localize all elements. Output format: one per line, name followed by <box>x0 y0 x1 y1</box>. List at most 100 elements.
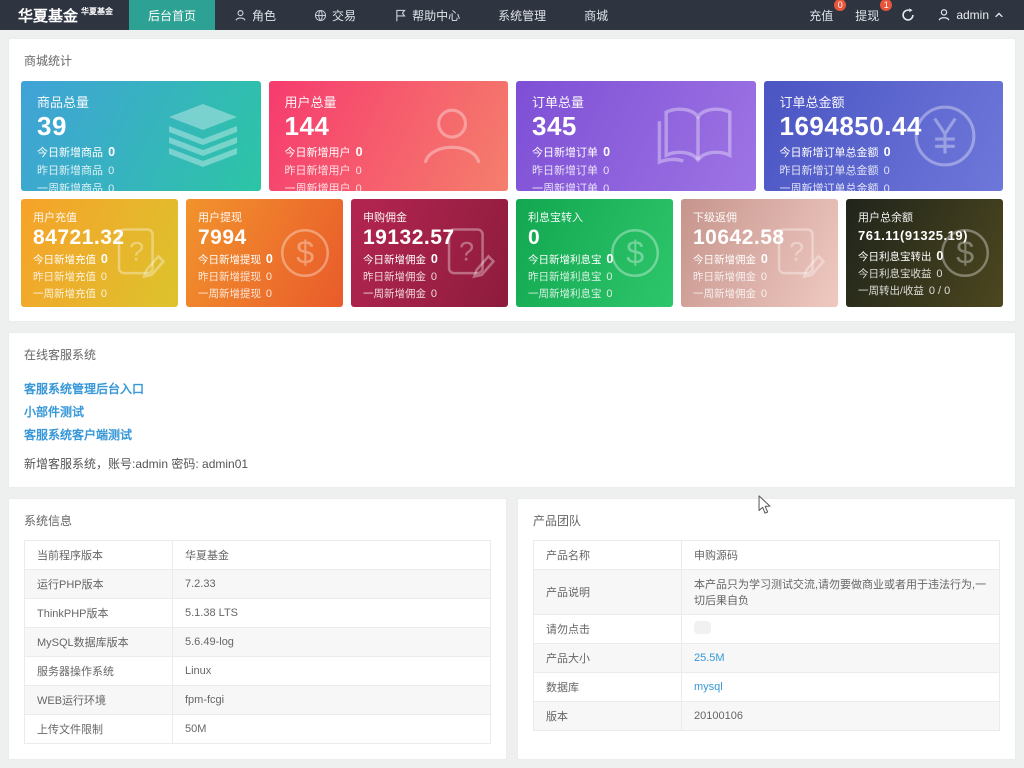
globe-icon <box>314 9 327 22</box>
table-value-link[interactable]: 25.5M <box>694 652 725 664</box>
refresh-icon[interactable] <box>901 8 915 22</box>
stat-card-interest-in[interactable]: 利息宝转入 0 今日新增利息宝 0 昨日新增利息宝 0 一周新增利息宝 0 $ <box>516 199 673 307</box>
person-icon <box>234 9 247 22</box>
table-value: Linux <box>185 665 212 677</box>
stat-card-withdraw[interactable]: 用户提现 7994 今日新增提现 0 昨日新增提现 0 一周新增提现 0 $ <box>186 199 343 307</box>
stat-card-user-balance[interactable]: 用户总余额 761.11(91325.19) 今日利息宝转出 0 今日利息宝收益 0一… <box>846 199 1003 307</box>
nav-item-trade[interactable]: 交易 <box>295 0 375 30</box>
recharge-button[interactable]: 充值 0 <box>809 0 847 24</box>
stat-card-commission[interactable]: 申购佣金 19132.57 今日新增佣金 0 昨日新增佣金 0 一周新增佣金 0? <box>351 199 508 307</box>
product-team-panel: 产品团队 产品名称 申购源码 产品说明 本产品只为学习测试交流,请勿要做商业或者用于违… <box>517 498 1016 760</box>
nav-item-label: 帮助中心 <box>412 8 461 23</box>
user-menu[interactable]: admin <box>937 8 1004 22</box>
table-value: 申购源码 <box>694 550 738 562</box>
stat-card-order-amount[interactable]: 订单总金额 1694850.44 今日新增订单总金额 0 昨日新增订单总金额 0 一周新… <box>763 81 1003 191</box>
service-panel: 在线客服系统 客服系统管理后台入口 小部件测试 客服系统客户端测试 新增客服系统，账号… <box>8 332 1016 488</box>
service-link-widget-test[interactable]: 小部件测试 <box>24 403 1000 420</box>
table-value: 本产品只为学习测试交流,请勿要做商业或者用于违法行为,一切后果自负 <box>694 579 987 607</box>
table-label: WEB运行环境 <box>24 685 173 715</box>
card-title: 利息宝转入 <box>528 212 583 224</box>
table-label: 产品大小 <box>533 643 682 673</box>
table-label: 服务器操作系统 <box>24 656 173 686</box>
card-stat-line: 一周新增充值 0 <box>33 288 108 301</box>
navbar-actions: 充值 0 提现 1 admin <box>809 0 1024 30</box>
doc-question-icon: ? <box>442 227 498 279</box>
table-row: WEB运行环境 fpm-fcgi <box>24 685 491 715</box>
user-icon <box>408 103 492 169</box>
book-icon <box>656 103 740 169</box>
table-label: 上传文件限制 <box>24 714 173 744</box>
stat-card-users[interactable]: 用户总量 144 今日新增用户 0 昨日新增用户 0 一周新增用户 0 <box>268 81 508 191</box>
flag-icon <box>394 9 407 22</box>
table-label: 产品名称 <box>533 540 682 570</box>
app-logo[interactable]: 华夏基金 华夏基金 <box>0 0 129 30</box>
table-label: 版本 <box>533 701 682 731</box>
card-title: 用户充值 <box>33 212 77 224</box>
card-stat-line: 一周新增利息宝 0 <box>528 288 613 301</box>
table-row: 产品说明 本产品只为学习测试交流,请勿要做商业或者用于违法行为,一切后果自负 <box>533 569 1000 615</box>
dollar-icon: $ <box>607 227 663 279</box>
table-row: ThinkPHP版本 5.1.38 LTS <box>24 598 491 628</box>
nav-item-label: 后台首页 <box>148 8 197 23</box>
withdraw-badge: 1 <box>880 0 893 11</box>
table-row: 服务器操作系统 Linux <box>24 656 491 686</box>
table-label: 当前程序版本 <box>24 540 173 570</box>
product-team-table: 产品名称 申购源码 产品说明 本产品只为学习测试交流,请勿要做商业或者用于违法行为,一… <box>533 540 1000 731</box>
product-team-title: 产品团队 <box>533 514 582 528</box>
stat-card-orders[interactable]: 订单总量 345 今日新增订单 0 昨日新增订单 0 一周新增订单 0 <box>516 81 756 191</box>
svg-text:$: $ <box>626 235 644 271</box>
service-link-client-test[interactable]: 客服系统客户端测试 <box>24 426 1000 443</box>
card-title: 用户总余额 <box>858 212 913 224</box>
bottom-panels: 系统信息 当前程序版本 华夏基金 运行PHP版本 7.2.33 ThinkPHP版本 5.… <box>8 498 1016 760</box>
card-stat-line: 一周新增商品 0 <box>37 183 115 191</box>
card-stat-line: 一周新增佣金 0 <box>363 288 438 301</box>
system-info-table: 当前程序版本 华夏基金 运行PHP版本 7.2.33 ThinkPHP版本 5.1.38 … <box>24 540 491 744</box>
table-row: 产品名称 申购源码 <box>533 540 1000 570</box>
table-value: 华夏基金 <box>185 550 229 562</box>
dollar-icon: $ <box>277 227 333 279</box>
nav-item-home[interactable]: 后台首页 <box>129 0 216 30</box>
table-value-link[interactable]: mysql <box>694 681 723 693</box>
main-menu: 后台首页 角色 交易 帮助中心 系统管理 商城 <box>129 0 627 30</box>
card-stat-line: 一周新增提现 0 <box>198 288 273 301</box>
stat-card-sub-rebate[interactable]: 下级返佣 10642.58 今日新增佣金 0 昨日新增佣金 0 一周新增佣金 0? <box>681 199 838 307</box>
nav-item-label: 交易 <box>332 8 357 23</box>
doc-question-icon: ? <box>772 227 828 279</box>
card-stat-line: 一周转出/收益 0 / 0 <box>858 285 951 298</box>
yen-icon <box>903 103 987 169</box>
system-info-panel: 系统信息 当前程序版本 华夏基金 运行PHP版本 7.2.33 ThinkPHP版本 5.… <box>8 498 507 760</box>
table-row: 请勿点击 <box>533 614 1000 644</box>
logo-title: 华夏基金 <box>18 7 79 25</box>
stat-card-recharge[interactable]: 用户充值 84721.32 今日新增充值 0 昨日新增充值 0 一周新增充值 0? <box>21 199 178 307</box>
table-label: 运行PHP版本 <box>24 569 173 599</box>
table-row: 上传文件限制 50M <box>24 714 491 744</box>
dollar-icon: $ <box>937 227 993 279</box>
table-value: fpm-fcgi <box>185 694 225 706</box>
nav-item-system[interactable]: 系统管理 <box>479 0 565 30</box>
nav-item-help[interactable]: 帮助中心 <box>375 0 479 30</box>
main-content: 商城统计 商品总量 39 今日新增商品 0 昨日新增商品 0 一周新增商品 0 用户总量 1… <box>0 30 1024 768</box>
layers-icon <box>161 103 245 169</box>
card-title: 用户提现 <box>198 212 242 224</box>
nav-item-roles[interactable]: 角色 <box>215 0 295 30</box>
withdraw-button[interactable]: 提现 1 <box>855 0 893 24</box>
card-stat-line: 一周新增用户 0 <box>284 183 362 191</box>
table-label: 数据库 <box>533 672 682 702</box>
system-info-title: 系统信息 <box>24 514 73 528</box>
card-title: 申购佣金 <box>363 212 407 224</box>
stat-card-products[interactable]: 商品总量 39 今日新增商品 0 昨日新增商品 0 一周新增商品 0 <box>21 81 261 191</box>
nav-item-label: 系统管理 <box>498 8 547 23</box>
table-value: 5.1.38 LTS <box>185 607 238 619</box>
user-name: admin <box>956 8 989 22</box>
table-value: 7.2.33 <box>185 578 216 590</box>
card-title: 下级返佣 <box>693 212 737 224</box>
svg-text:?: ? <box>129 237 144 267</box>
top-navbar: 华夏基金 华夏基金 后台首页 角色 交易 帮助中心 系统管理 商城 充值 0 提现 1 admi… <box>0 0 1024 30</box>
service-link-admin-entry[interactable]: 客服系统管理后台入口 <box>24 380 1000 397</box>
table-label: 请勿点击 <box>533 614 682 644</box>
table-row: MySQL数据库版本 5.6.49-log <box>24 627 491 657</box>
table-label: MySQL数据库版本 <box>24 627 173 657</box>
nav-item-mall[interactable]: 商城 <box>565 0 627 30</box>
user-icon <box>937 8 951 22</box>
disabled-placeholder-icon <box>694 621 711 634</box>
